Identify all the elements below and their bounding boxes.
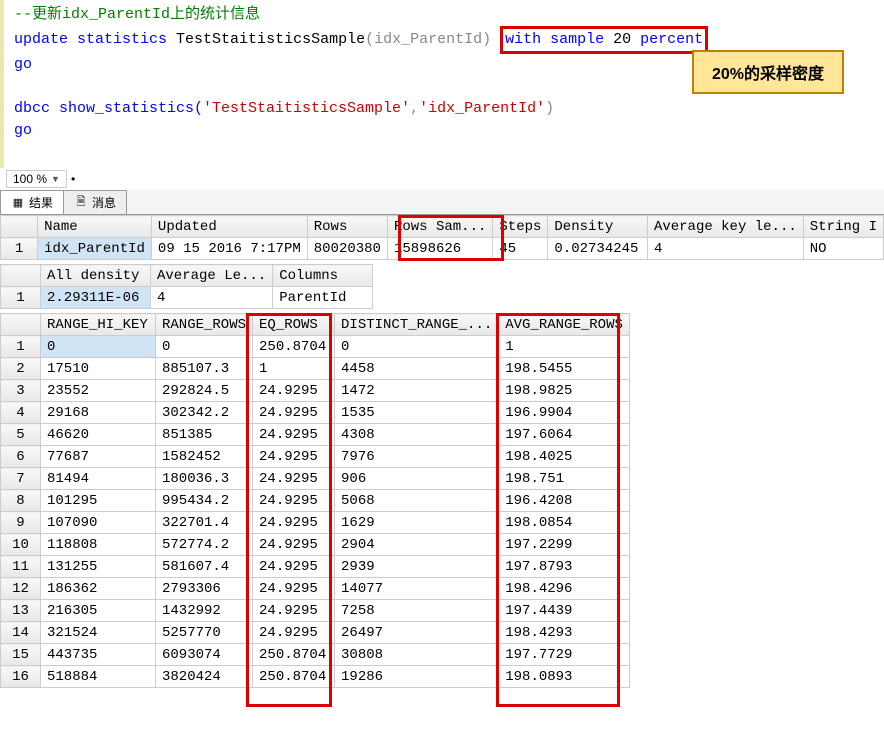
- row-number: 11: [1, 556, 41, 578]
- col-range-hi-key[interactable]: RANGE_HI_KEY: [41, 314, 156, 336]
- tab-results[interactable]: ▦ 结果: [0, 190, 64, 214]
- col-avg-range-rows[interactable]: AVG_RANGE_ROWS: [499, 314, 630, 336]
- table-row[interactable]: 1 2.29311E-06 4 ParentId: [1, 287, 373, 309]
- row-number: 15: [1, 644, 41, 666]
- row-number: 14: [1, 622, 41, 644]
- row-number: 3: [1, 380, 41, 402]
- col-avg-length[interactable]: Average Le...: [151, 265, 273, 287]
- histogram-table[interactable]: RANGE_HI_KEY RANGE_ROWS EQ_ROWS DISTINCT…: [0, 313, 630, 688]
- row-number: 1: [1, 336, 41, 358]
- col-range-rows[interactable]: RANGE_ROWS: [156, 314, 253, 336]
- table-row[interactable]: 781494180036.324.9295906198.751: [1, 468, 630, 490]
- row-number: 9: [1, 512, 41, 534]
- row-number: 13: [1, 600, 41, 622]
- row-number: 16: [1, 666, 41, 688]
- chevron-down-icon: ▼: [51, 174, 60, 184]
- tab-results-label: 结果: [29, 194, 53, 211]
- table-row[interactable]: 677687158245224.92957976198.4025: [1, 446, 630, 468]
- stats-header-table[interactable]: Name Updated Rows Rows Sam... Steps Dens…: [0, 215, 884, 260]
- table-row[interactable]: 100250.870401: [1, 336, 630, 358]
- table-row[interactable]: 54662085138524.92954308197.6064: [1, 424, 630, 446]
- messages-icon: 🗎: [74, 196, 88, 210]
- density-table[interactable]: All density Average Le... Columns 1 2.29…: [0, 264, 373, 309]
- tab-messages-label: 消息: [92, 194, 116, 211]
- corner-cell: [1, 265, 41, 287]
- highlight-sample-clause: with sample 20 percent: [500, 26, 708, 54]
- col-rows[interactable]: Rows: [307, 216, 387, 238]
- row-number: 1: [1, 287, 41, 309]
- table-row[interactable]: 12186362279330624.929514077198.4296: [1, 578, 630, 600]
- col-density[interactable]: Density: [548, 216, 648, 238]
- row-number: 5: [1, 424, 41, 446]
- table-row[interactable]: 429168302342.224.92951535196.9904: [1, 402, 630, 424]
- table-row[interactable]: 154437356093074250.870430808197.7729: [1, 644, 630, 666]
- col-steps[interactable]: Steps: [493, 216, 548, 238]
- zoom-separator: •: [71, 172, 75, 186]
- col-distinct-range[interactable]: DISTINCT_RANGE_...: [335, 314, 499, 336]
- col-eq-rows[interactable]: EQ_ROWS: [253, 314, 335, 336]
- table-row[interactable]: 10118808572774.224.92952904197.2299: [1, 534, 630, 556]
- table-row[interactable]: 9107090322701.424.92951629198.0854: [1, 512, 630, 534]
- row-number: 8: [1, 490, 41, 512]
- col-columns[interactable]: Columns: [273, 265, 373, 287]
- row-number: 6: [1, 446, 41, 468]
- col-all-density[interactable]: All density: [41, 265, 151, 287]
- col-rows-sampled[interactable]: Rows Sam...: [387, 216, 492, 238]
- table-row[interactable]: 8101295995434.224.92955068196.4208: [1, 490, 630, 512]
- row-number: 4: [1, 402, 41, 424]
- table-row[interactable]: 11131255581607.424.92952939197.8793: [1, 556, 630, 578]
- table-row[interactable]: 1 idx_ParentId 09 15 2016 7:17PM 8002038…: [1, 238, 884, 260]
- corner-cell: [1, 314, 41, 336]
- results-tabs: ▦ 结果 🗎 消息: [0, 190, 884, 215]
- table-row[interactable]: 323552292824.524.92951472198.9825: [1, 380, 630, 402]
- col-name[interactable]: Name: [38, 216, 152, 238]
- row-number: 10: [1, 534, 41, 556]
- results-grid-icon: ▦: [11, 196, 25, 210]
- corner-cell: [1, 216, 38, 238]
- row-number: 1: [1, 238, 38, 260]
- row-number: 12: [1, 578, 41, 600]
- zoom-value: 100 %: [13, 172, 47, 186]
- code-comment: --更新idx_ParentId上的统计信息: [14, 6, 260, 23]
- table-row[interactable]: 13216305143299224.92957258197.4439: [1, 600, 630, 622]
- row-number: 2: [1, 358, 41, 380]
- zoom-dropdown[interactable]: 100 % ▼: [6, 170, 67, 188]
- table-row[interactable]: 165188843820424250.870419286198.0893: [1, 666, 630, 688]
- col-avg-key-len[interactable]: Average key le...: [647, 216, 803, 238]
- table-row[interactable]: 217510885107.314458198.5455: [1, 358, 630, 380]
- annotation-callout: 20%的采样密度: [692, 50, 844, 94]
- tab-messages[interactable]: 🗎 消息: [63, 190, 127, 214]
- col-string-index[interactable]: String I: [803, 216, 883, 238]
- row-number: 7: [1, 468, 41, 490]
- zoom-bar: 100 % ▼ •: [0, 168, 884, 190]
- col-updated[interactable]: Updated: [151, 216, 307, 238]
- table-row[interactable]: 14321524525777024.929526497198.4293: [1, 622, 630, 644]
